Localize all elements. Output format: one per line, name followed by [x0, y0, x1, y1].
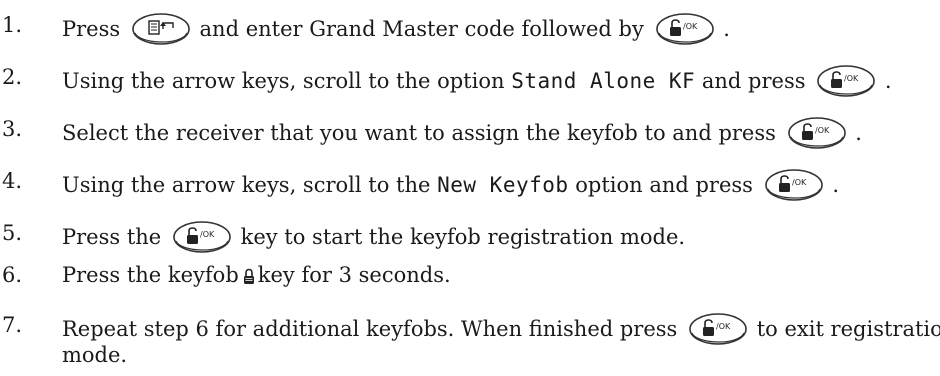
step-number: 6. [2, 263, 23, 287]
step-text: key for 3 seconds. [257, 263, 451, 287]
step-text: Using the arrow keys, scroll to the opti… [62, 69, 505, 93]
menu-option-code: New Keyfob [437, 173, 569, 197]
step-text: and press [701, 69, 806, 93]
step-text: and enter Grand Master code followed by [199, 17, 644, 41]
unlock-ok-key-icon: /OK [173, 221, 231, 253]
step-number: 3. [2, 117, 23, 141]
step-text: option and press [575, 173, 753, 197]
step-number: 1. [2, 13, 23, 37]
step-number: 2. [2, 65, 23, 89]
step-number: 4. [2, 169, 23, 193]
step-text: key to start the keyfob registration mod… [240, 225, 686, 249]
unlock-ok-key-icon: /OK [764, 169, 823, 201]
ok-key-label: /OK [200, 230, 215, 239]
unlock-ok-key-icon: /OK [787, 117, 846, 149]
padlock-icon [243, 268, 254, 284]
unlock-ok-key-icon: /OK [689, 313, 747, 345]
step-text: Press the [62, 225, 162, 249]
step-text: Using the arrow keys, scroll to the [62, 173, 431, 197]
step-number: 7. [2, 313, 23, 337]
step-text: . [832, 173, 840, 197]
ok-key-label: /OK [844, 74, 859, 83]
ok-key-label: /OK [792, 178, 807, 187]
step-text: Press the keyfob [62, 263, 239, 287]
step-text: . [884, 69, 892, 93]
unlock-ok-key-icon: /OK [655, 13, 714, 45]
step-text: Press [62, 17, 121, 41]
menu-option-code: Stand Alone KF [511, 69, 696, 93]
step-text: Select the receiver that you want to ass… [62, 121, 776, 145]
step-text-continued: mode. [62, 343, 128, 367]
step-number: 5. [2, 221, 23, 245]
menu-back-key-icon [132, 13, 190, 45]
ok-key-label: /OK [683, 22, 698, 31]
step-text: . [723, 17, 730, 41]
step-text: . [855, 121, 862, 145]
unlock-ok-key-icon: /OK [817, 65, 876, 97]
step-text: to exit registration [756, 317, 940, 341]
ok-key-label: /OK [815, 126, 830, 135]
ok-key-label: /OK [716, 322, 731, 331]
step-text: Repeat step 6 for additional keyfobs. Wh… [62, 317, 678, 341]
